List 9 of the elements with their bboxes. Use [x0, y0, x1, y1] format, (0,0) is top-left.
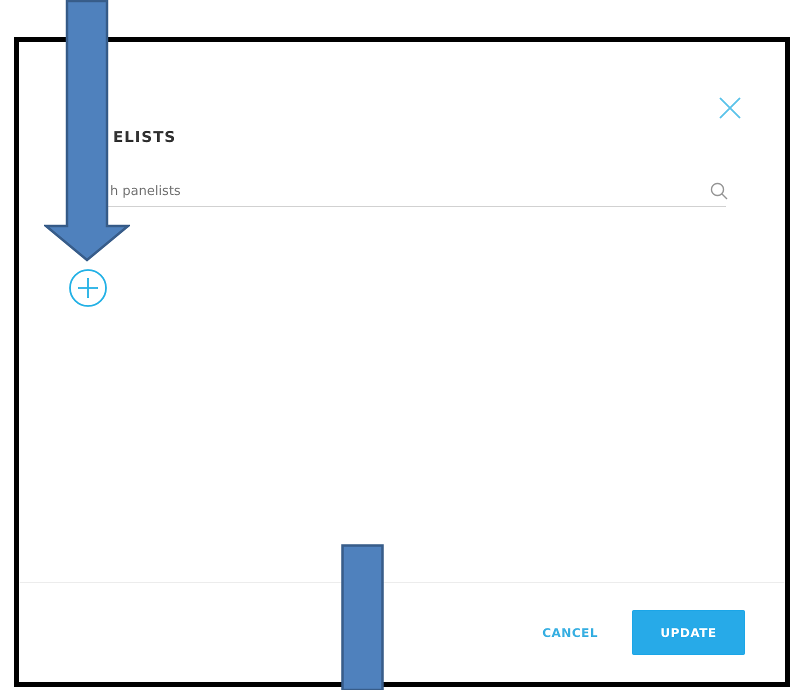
- search-icon: [710, 182, 728, 200]
- dialog-title: ELISTS: [113, 128, 176, 146]
- search-field[interactable]: h panelists: [110, 184, 710, 198]
- update-button[interactable]: UPDATE: [632, 610, 745, 655]
- add-button[interactable]: [68, 268, 108, 308]
- cancel-button[interactable]: CANCEL: [542, 618, 598, 648]
- plus-icon: [68, 268, 108, 308]
- close-button[interactable]: [718, 96, 742, 120]
- close-icon: [718, 96, 742, 120]
